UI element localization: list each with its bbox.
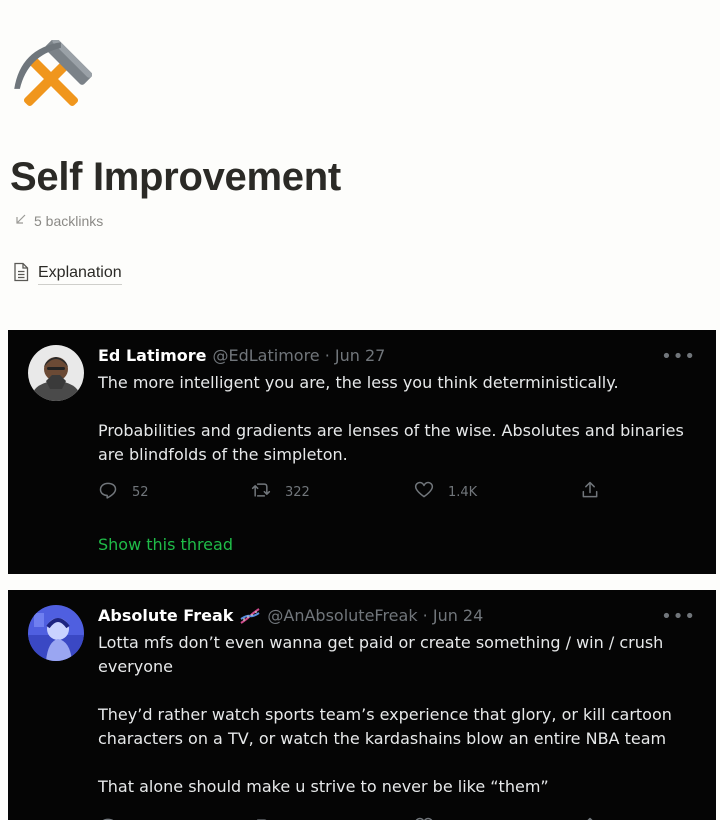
tweet-author[interactable]: Ed Latimore [98, 346, 206, 365]
retweet-icon [251, 480, 271, 504]
heart-icon [414, 480, 434, 504]
more-options-icon[interactable]: ••• [661, 606, 696, 627]
more-options-icon[interactable]: ••• [661, 346, 696, 367]
tweet-paragraph: Probabilities and gradients are lenses o… [98, 421, 684, 464]
reply-icon [98, 480, 118, 504]
show-thread-link[interactable]: Show this thread [98, 535, 233, 554]
tweet-author[interactable]: Absolute Freak [98, 606, 233, 625]
backlinks-link[interactable]: 5 backlinks [14, 212, 103, 229]
like-button[interactable]: 1.4K [414, 480, 580, 504]
share-button[interactable] [580, 816, 600, 820]
tweet-card[interactable]: Ed Latimore @EdLatimore · Jun 27 ••• The… [8, 330, 716, 574]
avatar[interactable] [28, 345, 84, 401]
subpage-link-explanation[interactable]: Explanation [12, 262, 122, 287]
like-button[interactable]: 108 [414, 816, 580, 820]
reply-button[interactable]: 1 [98, 816, 251, 820]
tweet-card[interactable]: Absolute Freak @AnAbsoluteFreak · Jun 24… [8, 590, 716, 820]
retweet-count: 322 [285, 484, 310, 500]
avatar[interactable] [28, 605, 84, 661]
page-document-icon [12, 262, 30, 287]
reply-button[interactable]: 52 [98, 480, 251, 504]
share-icon [580, 816, 600, 820]
dna-icon [239, 607, 261, 625]
subpage-label: Explanation [38, 264, 122, 285]
reply-icon [98, 816, 118, 820]
tweet-handle-date[interactable]: @AnAbsoluteFreak · Jun 24 [267, 606, 483, 625]
tweet-paragraph: That alone should make u strive to never… [98, 777, 549, 796]
backlinks-count: 5 backlinks [34, 212, 104, 229]
tweet-text: Lotta mfs don’t even wanna get paid or c… [98, 631, 698, 820]
arrow-down-left-icon [14, 212, 28, 229]
retweet-icon [251, 816, 271, 820]
retweet-button[interactable]: 322 [251, 480, 414, 504]
hammer-and-pick-icon[interactable] [10, 37, 93, 118]
page-title: Self Improvement [10, 155, 341, 199]
like-count: 1.4K [448, 484, 478, 500]
tweet-paragraph: Lotta mfs don’t even wanna get paid or c… [98, 633, 664, 676]
tweet-handle-date[interactable]: @EdLatimore · Jun 27 [212, 346, 385, 365]
tweet-paragraph: They’d rather watch sports team’s experi… [98, 705, 672, 748]
heart-icon [414, 816, 434, 820]
tweet-paragraph: The more intelligent you are, the less y… [98, 373, 619, 392]
share-button[interactable] [580, 480, 600, 504]
tweet-text: The more intelligent you are, the less y… [98, 371, 698, 491]
retweet-button[interactable]: 17 [251, 816, 414, 820]
reply-count: 52 [132, 484, 149, 500]
share-icon [580, 480, 600, 504]
